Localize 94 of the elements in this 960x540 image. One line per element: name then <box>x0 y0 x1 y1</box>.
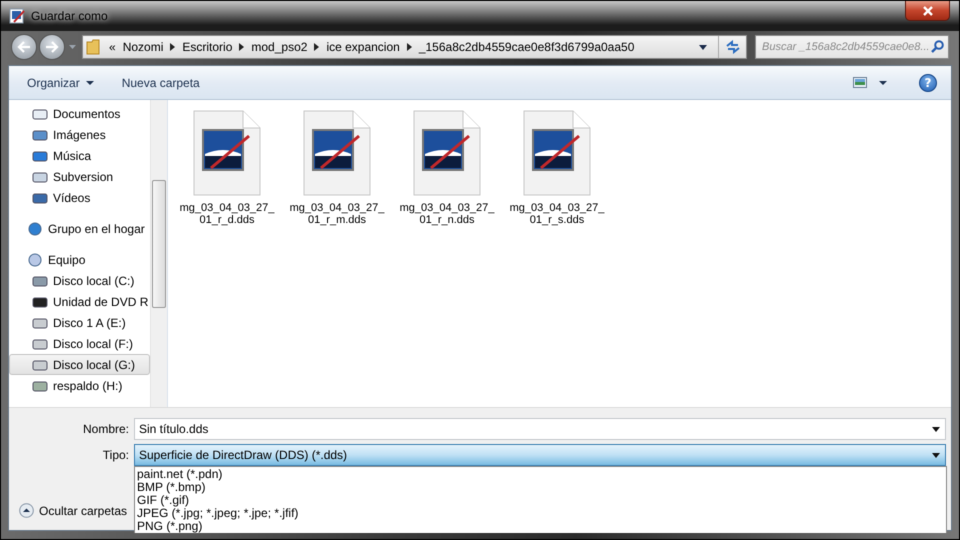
nav-item[interactable]: Disco 1 A (E:) <box>9 312 150 333</box>
caret-icon[interactable] <box>932 452 940 458</box>
file-type-option[interactable]: GIF (*.gif) <box>137 494 944 507</box>
nav-label: Música <box>53 148 92 162</box>
file-type-dropdown[interactable]: Superficie de DirectDraw (DDS) (*.dds) <box>134 444 946 466</box>
file-name: mg_03_04_03_27_ 01_r_d.dds <box>180 202 274 226</box>
caret-icon <box>86 80 94 84</box>
breadcrumb-arrow-icon[interactable] <box>239 43 244 51</box>
file-type-option[interactable]: PNG (*.png) <box>137 520 944 533</box>
scrollbar[interactable] <box>150 100 167 407</box>
file-name: mg_03_04_03_27_ 01_r_m.dds <box>290 202 384 226</box>
view-picture-icon[interactable] <box>853 77 867 88</box>
nav-icon <box>27 220 43 236</box>
nav-icon <box>32 128 48 142</box>
breadcrumb-item[interactable]: mod_pso2 <box>251 40 308 54</box>
file-type-label: Tipo: <box>102 448 130 462</box>
paint-app-icon <box>9 8 25 24</box>
nav-label: Grupo en el hogar <box>48 222 145 236</box>
nav-icon <box>32 170 48 184</box>
breadcrumb-arrow-icon[interactable] <box>314 43 320 51</box>
close-icon <box>922 6 934 16</box>
image-file-icon <box>413 110 481 196</box>
back-arrow-icon <box>17 41 31 53</box>
nav-icon <box>32 358 48 372</box>
file-item[interactable]: mg_03_04_03_27_ 01_r_s.dds <box>510 110 604 226</box>
breadcrumb-arrow-icon[interactable] <box>170 43 176 51</box>
new-folder-button[interactable]: Nueva carpeta <box>114 72 208 94</box>
nav-label: Documentos <box>53 106 120 120</box>
file-type-option[interactable]: paint.net (*.pdn) <box>137 468 944 481</box>
nav-item[interactable]: Disco local (G:) <box>9 354 150 375</box>
nav-item[interactable]: respaldo (H:) <box>9 375 150 396</box>
window-title: Guardar como <box>31 9 108 23</box>
file-name-field[interactable]: Sin título.dds <box>134 418 946 440</box>
nav-icon <box>32 106 48 120</box>
breadcrumb-arrow-icon[interactable] <box>406 43 412 51</box>
address-bar[interactable]: « Nozomi Escritorio mod_pso2 ice expancion _156a8c2db4559cae0e8f3d6799a0aa50 <box>82 35 747 59</box>
nav-item[interactable]: Documentos <box>9 103 150 124</box>
breadcrumb-item[interactable]: ice expancion <box>326 40 400 54</box>
file-item[interactable]: mg_03_04_03_27_ 01_r_m.dds <box>290 110 384 226</box>
file-type-option[interactable]: JPEG (*.jpg; *.jpeg; *.jpe; *.jfif) <box>137 507 944 520</box>
nav-item[interactable]: Grupo en el hogar <box>9 218 150 239</box>
nav-label: Unidad de DVD R <box>53 294 148 308</box>
hide-folders-button[interactable]: Ocultar carpetas <box>19 503 128 518</box>
image-file-icon <box>523 110 591 196</box>
close-button[interactable] <box>905 1 950 21</box>
folder-icon <box>86 39 100 55</box>
breadcrumb-item[interactable]: Nozomi <box>122 40 164 54</box>
nav-icon <box>27 252 43 268</box>
nav-item[interactable]: Subversion <box>9 166 150 187</box>
file-name: mg_03_04_03_27_ 01_r_n.dds <box>400 202 494 226</box>
nav-label: Disco local (G:) <box>53 358 136 372</box>
file-type-option[interactable]: BMP (*.bmp) <box>137 481 944 494</box>
back-button[interactable] <box>11 34 37 60</box>
nav-label: Disco local (F:) <box>53 336 134 350</box>
nav-icon <box>32 336 48 350</box>
search-field[interactable]: Buscar _156a8c2db4559cae0e8... <box>755 35 949 59</box>
nav-label: respaldo (H:) <box>53 378 122 392</box>
breadcrumb-item[interactable]: Escritorio <box>182 40 232 54</box>
nav-icon <box>32 378 48 392</box>
refresh-icon <box>724 40 740 54</box>
nav-item[interactable]: Unidad de DVD R <box>9 291 150 312</box>
nav-label: Imágenes <box>53 128 106 142</box>
nav-label: Subversion <box>53 170 114 184</box>
nav-label: Equipo <box>48 252 86 266</box>
nav-icon <box>32 190 48 204</box>
file-item[interactable]: mg_03_04_03_27_ 01_r_d.dds <box>180 110 274 226</box>
nav-item[interactable]: Música <box>9 145 150 166</box>
collapse-icon <box>19 503 34 518</box>
nav-item[interactable]: Imágenes <box>9 124 150 145</box>
forward-arrow-icon <box>45 41 59 53</box>
caret-icon[interactable] <box>932 426 940 432</box>
nav-item[interactable]: Disco local (F:) <box>9 333 150 354</box>
nav-item[interactable]: Vídeos <box>9 187 150 208</box>
nav-item[interactable]: Disco local (C:) <box>9 270 150 291</box>
view-caret-icon[interactable] <box>879 80 887 84</box>
breadcrumb-overflow[interactable]: « <box>109 40 116 54</box>
file-item[interactable]: mg_03_04_03_27_ 01_r_n.dds <box>400 110 494 226</box>
image-file-icon <box>193 110 261 196</box>
breadcrumb-item[interactable]: _156a8c2db4559cae0e8f3d6799a0aa50 <box>418 40 634 54</box>
nav-icon <box>32 148 48 162</box>
nav-icon <box>32 294 48 308</box>
image-file-icon <box>303 110 371 196</box>
organize-menu[interactable]: Organizar <box>19 72 102 94</box>
search-icon <box>931 40 944 53</box>
nav-label: Vídeos <box>53 190 90 204</box>
file-name-label: Nombre: <box>82 422 130 436</box>
forward-button[interactable] <box>39 34 65 60</box>
nav-icon <box>32 274 48 288</box>
nav-icon <box>32 316 48 330</box>
nav-item[interactable]: Equipo <box>9 249 150 270</box>
nav-label: Disco 1 A (E:) <box>53 316 126 330</box>
nav-label: Disco local (C:) <box>53 274 134 288</box>
file-name: mg_03_04_03_27_ 01_r_s.dds <box>510 202 604 226</box>
dropdown-caret-icon[interactable] <box>699 44 707 50</box>
